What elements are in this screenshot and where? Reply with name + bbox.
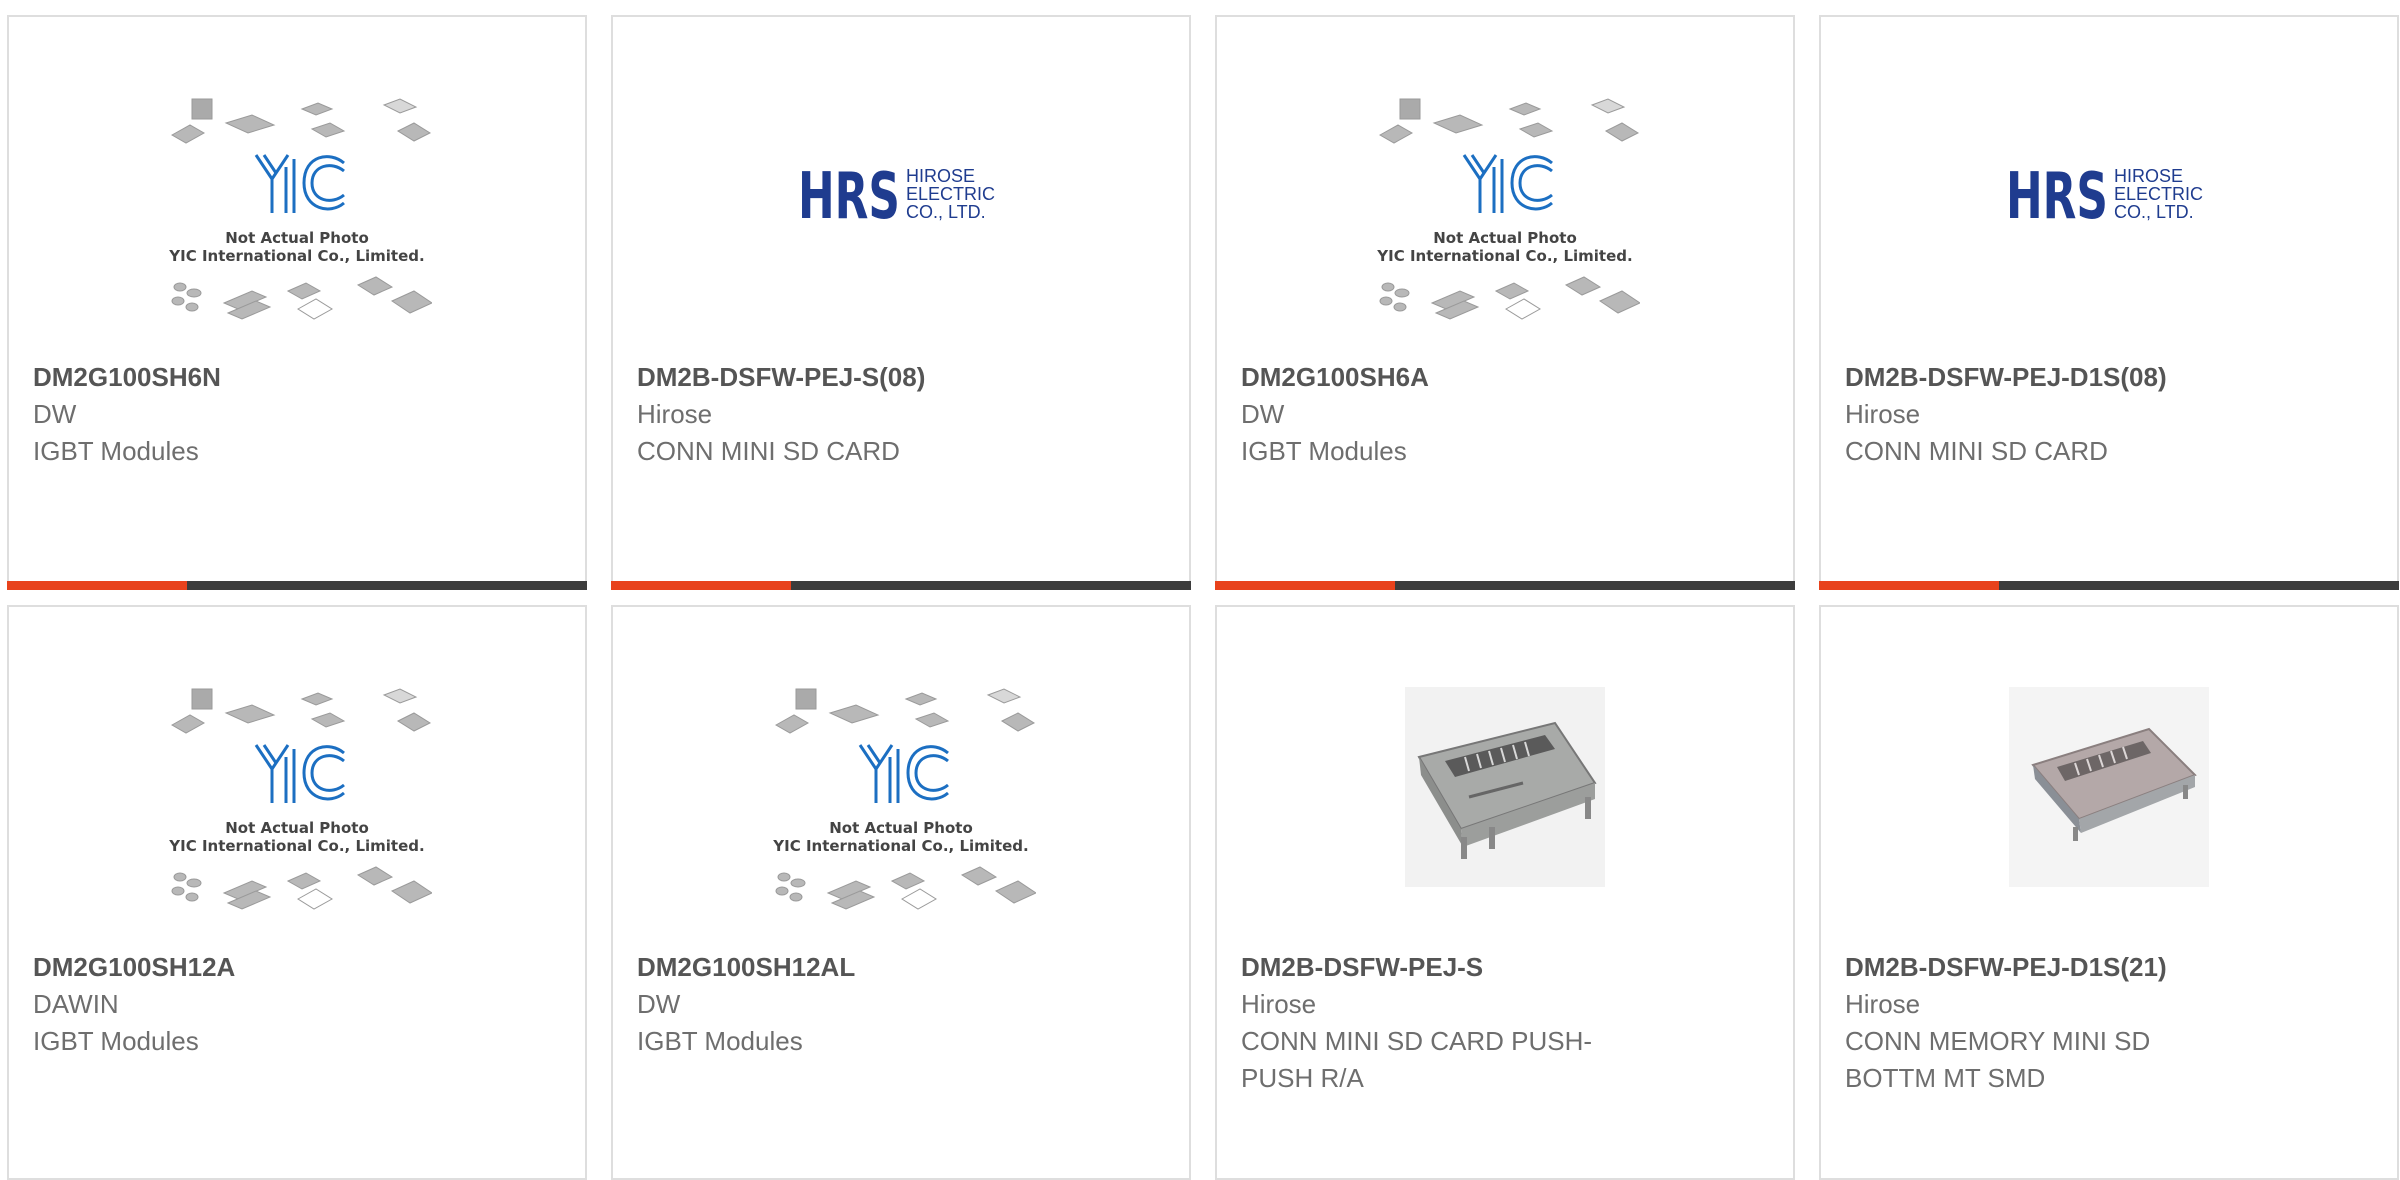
manufacturer-name: DW	[33, 399, 77, 429]
logo-line2: ELECTRIC	[906, 184, 995, 204]
image-caption-line2: YIC International Co., Limited.	[168, 247, 424, 265]
product-description: IGBT Modules	[33, 1026, 199, 1056]
yic-placeholder-image: Not Actual Photo YIC International Co., …	[1376, 98, 1640, 320]
product-card[interactable]: DM2B-DSFW-PEJ-S Hirose CONN MINI SD CARD…	[1215, 605, 1795, 1180]
progress-fill	[7, 581, 187, 590]
manufacturer-name: DAWIN	[33, 989, 119, 1019]
part-number[interactable]: DM2G100SH12AL	[637, 949, 1165, 986]
logo-line1: HIROSE	[906, 166, 975, 186]
progress-bar	[611, 581, 1191, 590]
product-image[interactable]: HRS HIROSE ELECTRIC CO., LTD.	[613, 97, 1189, 357]
product-card[interactable]: Not Actual Photo YIC International Co., …	[7, 605, 587, 1180]
yic-placeholder-image: Not Actual Photo YIC International Co., …	[772, 688, 1036, 910]
logo-line1: HIROSE	[2114, 166, 2183, 186]
manufacturer-name: Hirose	[1241, 989, 1317, 1019]
logo-line2: ELECTRIC	[2114, 184, 2203, 204]
hirose-logo-image: HRS HIROSE ELECTRIC CO., LTD.	[798, 162, 995, 226]
product-description: IGBT Modules	[637, 1026, 803, 1056]
product-card[interactable]: DM2B-DSFW-PEJ-D1S(21) Hirose CONN MEMORY…	[1819, 605, 2399, 1180]
image-caption-line2: YIC International Co., Limited.	[1376, 247, 1632, 265]
product-image[interactable]: HRS HIROSE ELECTRIC CO., LTD.	[1821, 97, 2397, 357]
product-card[interactable]: HRS HIROSE ELECTRIC CO., LTD. DM2B-DSFW-…	[611, 15, 1191, 590]
manufacturer-name: Hirose	[1845, 399, 1921, 429]
progress-bar	[1819, 581, 2399, 590]
manufacturer-name: Hirose	[1845, 989, 1921, 1019]
image-caption-line2: YIC International Co., Limited.	[168, 837, 424, 855]
product-card[interactable]: HRS HIROSE ELECTRIC CO., LTD. DM2B-DSFW-…	[1819, 15, 2399, 590]
logo-line3: CO., LTD.	[906, 202, 986, 222]
part-number[interactable]: DM2G100SH6A	[1241, 359, 1769, 396]
part-number[interactable]: DM2G100SH12A	[33, 949, 561, 986]
product-description: IGBT Modules	[1241, 436, 1407, 466]
progress-bar	[1215, 581, 1795, 590]
product-description: IGBT Modules	[33, 436, 199, 466]
product-image[interactable]: Not Actual Photo YIC International Co., …	[1217, 97, 1793, 357]
part-number[interactable]: DM2B-DSFW-PEJ-S	[1241, 949, 1769, 986]
manufacturer-name: DW	[637, 989, 681, 1019]
product-description: CONN MEMORY MINI SD BOTTM MT SMD	[1845, 1026, 2151, 1093]
logo-mark: HRS	[798, 162, 900, 226]
image-caption-line1: Not Actual Photo	[225, 229, 369, 247]
progress-fill	[611, 581, 791, 590]
logo-mark: HRS	[2006, 162, 2108, 226]
product-description: CONN MINI SD CARD PUSH-PUSH R/A	[1241, 1026, 1593, 1093]
yic-placeholder-image: Not Actual Photo YIC International Co., …	[168, 98, 432, 320]
progress-fill	[1819, 581, 1999, 590]
manufacturer-name: DW	[1241, 399, 1285, 429]
progress-bar	[7, 581, 587, 590]
product-image[interactable]	[1821, 687, 2397, 947]
image-caption-line1: Not Actual Photo	[1433, 229, 1577, 247]
product-image[interactable]: Not Actual Photo YIC International Co., …	[9, 97, 585, 357]
sd-connector-photo	[1405, 687, 1605, 887]
product-grid: Not Actual Photo YIC International Co., …	[7, 15, 2399, 1180]
part-number[interactable]: DM2B-DSFW-PEJ-S(08)	[637, 359, 1165, 396]
product-image[interactable]	[1217, 687, 1793, 947]
progress-fill	[1215, 581, 1395, 590]
product-image[interactable]: Not Actual Photo YIC International Co., …	[9, 687, 585, 947]
product-card[interactable]: Not Actual Photo YIC International Co., …	[1215, 15, 1795, 590]
image-caption-line2: YIC International Co., Limited.	[772, 837, 1028, 855]
sd-connector-photo	[2009, 687, 2209, 887]
part-number[interactable]: DM2B-DSFW-PEJ-D1S(08)	[1845, 359, 2373, 396]
logo-line3: CO., LTD.	[2114, 202, 2194, 222]
yic-placeholder-image: Not Actual Photo YIC International Co., …	[168, 688, 432, 910]
image-caption-line1: Not Actual Photo	[829, 819, 973, 837]
product-description: CONN MINI SD CARD	[637, 436, 900, 466]
image-caption-line1: Not Actual Photo	[225, 819, 369, 837]
part-number[interactable]: DM2G100SH6N	[33, 359, 561, 396]
product-card[interactable]: Not Actual Photo YIC International Co., …	[611, 605, 1191, 1180]
manufacturer-name: Hirose	[637, 399, 713, 429]
product-image[interactable]: Not Actual Photo YIC International Co., …	[613, 687, 1189, 947]
product-description: CONN MINI SD CARD	[1845, 436, 2108, 466]
product-card[interactable]: Not Actual Photo YIC International Co., …	[7, 15, 587, 590]
hirose-logo-image: HRS HIROSE ELECTRIC CO., LTD.	[2006, 162, 2203, 226]
part-number[interactable]: DM2B-DSFW-PEJ-D1S(21)	[1845, 949, 2373, 986]
